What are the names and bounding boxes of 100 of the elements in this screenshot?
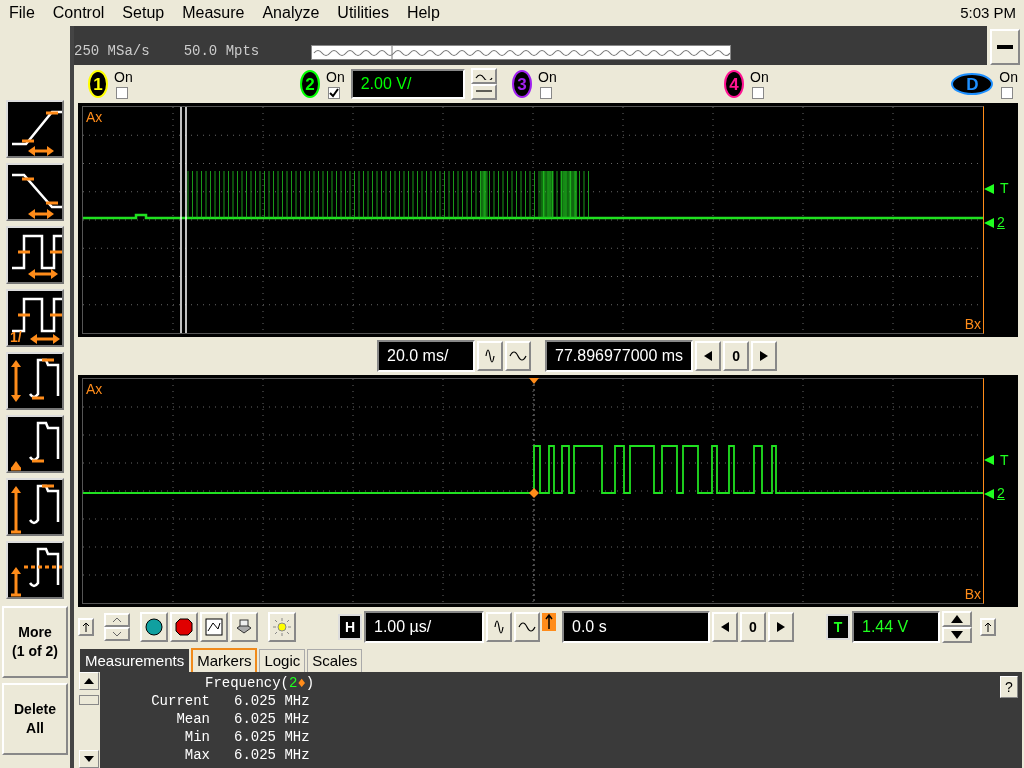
caret-left-icon <box>721 622 729 632</box>
previous-button[interactable] <box>712 612 738 642</box>
top-level-tool-button[interactable] <box>6 478 64 536</box>
channel-checkbox[interactable] <box>540 86 552 99</box>
measurement-value: 6.025 MHz <box>234 692 310 710</box>
trigger-label: T <box>826 614 850 640</box>
menu-item[interactable]: File <box>0 1 44 25</box>
menu-item[interactable]: Help <box>397 1 449 25</box>
channel-number: 4 <box>729 75 739 93</box>
channel-button[interactable]: 1 <box>88 70 108 98</box>
help-button[interactable]: ? <box>1000 676 1018 698</box>
channel-on-label: On <box>326 69 345 84</box>
period-tool-button[interactable] <box>6 226 64 284</box>
fall-time-tool-button[interactable] <box>6 163 64 221</box>
next-button[interactable] <box>768 612 794 642</box>
horizontal-label: H <box>338 614 362 640</box>
arrow-icon <box>984 217 994 228</box>
channel-button[interactable]: 2 <box>300 70 320 98</box>
base-level-tool-button[interactable] <box>6 415 64 473</box>
menu-item[interactable]: Utilities <box>328 1 398 25</box>
waveform-button[interactable] <box>505 341 531 371</box>
tab[interactable]: Logic <box>259 649 306 672</box>
wave-icon <box>473 72 494 80</box>
channel-checkbox[interactable] <box>752 86 764 99</box>
menu-item[interactable]: Setup <box>113 1 174 25</box>
trigger-level-field[interactable]: 1.44 V <box>852 611 940 643</box>
octagon-icon <box>175 618 193 636</box>
channel-button[interactable]: D <box>951 73 994 95</box>
measurement-value: 6.025 MHz <box>234 728 310 746</box>
caret-up-icon <box>84 678 94 684</box>
measurement-label: Max <box>183 746 210 764</box>
waveform-navigator[interactable] <box>311 45 732 60</box>
measurement-value: 6.025 MHz <box>234 710 310 728</box>
scroll-up-button[interactable] <box>980 618 996 636</box>
menu-item[interactable]: Control <box>43 1 114 25</box>
previous-button[interactable] <box>695 341 722 371</box>
more-button[interactable]: More (1 of 2) <box>2 606 68 678</box>
tab[interactable]: Measurements <box>80 649 190 672</box>
measurement-label: Current <box>150 692 210 710</box>
trigger-label: T <box>1000 179 1009 199</box>
volts-per-division-field[interactable]: 2.00 V/ <box>350 69 465 99</box>
menu-item[interactable]: Measure <box>173 1 254 25</box>
zoom-out-button[interactable] <box>104 627 130 641</box>
brightness-button[interactable] <box>268 612 296 642</box>
scroll-up-button[interactable] <box>78 618 94 636</box>
trigger-reference-icon <box>542 613 556 631</box>
channel-checkbox[interactable] <box>1001 86 1014 99</box>
caret-down-icon <box>951 631 963 639</box>
zoom-in-button[interactable] <box>104 613 130 627</box>
dc-coupling-button[interactable] <box>470 84 497 100</box>
menu-item[interactable]: Analyze <box>253 1 329 25</box>
waveform-button[interactable] <box>514 612 540 642</box>
measurement-value: 6.025 MHz <box>234 746 310 764</box>
caret-up-icon <box>951 615 963 623</box>
channel-checkbox[interactable] <box>328 86 340 99</box>
tab[interactable]: Scales <box>307 649 363 672</box>
ac-coupling-button[interactable] <box>470 68 497 84</box>
zoom-time-per-division-field[interactable]: 1.00 µs/ <box>364 611 484 643</box>
run-button[interactable] <box>140 612 168 642</box>
minimize-button[interactable] <box>990 29 1020 65</box>
rise-time-tool-button[interactable] <box>6 100 64 158</box>
step-button[interactable]: 0 <box>723 341 750 371</box>
frequency-tool-button[interactable]: 1/ <box>6 289 64 347</box>
channel-button[interactable]: 3 <box>512 70 532 98</box>
delete-all-button[interactable]: Delete All <box>2 683 68 755</box>
print-button[interactable] <box>230 612 258 642</box>
trigger-point-icon <box>529 488 539 498</box>
scrollbar[interactable] <box>78 672 100 768</box>
channel-checkbox[interactable] <box>116 86 128 99</box>
zoom-delay-field[interactable]: 0.0 s <box>562 611 710 643</box>
single-button[interactable] <box>200 612 228 642</box>
average-level-tool-button[interactable] <box>6 541 64 599</box>
marker-a-label: Ax <box>86 382 103 396</box>
scrollbar-thumb[interactable] <box>79 695 99 705</box>
level-down-button[interactable] <box>942 627 972 643</box>
channel-button[interactable]: 4 <box>724 70 744 98</box>
stop-button[interactable] <box>170 612 198 642</box>
marker-b-label: Bx <box>964 587 981 601</box>
time-per-division-field[interactable]: 20.0 ms/ <box>377 340 475 372</box>
step-button[interactable]: 0 <box>740 612 766 642</box>
waveform-button[interactable] <box>486 612 512 642</box>
delay-field[interactable]: 77.896977000 ms <box>545 340 694 372</box>
sample-rate-text: 250 MSa/s <box>74 42 150 61</box>
arrow-icon <box>984 455 994 466</box>
channel-on-label: On <box>999 69 1018 84</box>
caret-down-icon <box>84 756 94 762</box>
level-up-button[interactable] <box>942 611 972 627</box>
chevron-down-icon <box>111 630 123 638</box>
trigger-label: T <box>1000 450 1009 470</box>
printer-icon <box>235 618 253 636</box>
tab[interactable]: Markers <box>191 648 258 672</box>
amplitude-tool-button[interactable] <box>6 352 64 410</box>
channel-number: 2 <box>305 75 315 93</box>
trigger-position-icon <box>529 378 539 384</box>
next-button[interactable] <box>751 341 778 371</box>
channel-number: 3 <box>517 75 527 93</box>
waveform-button[interactable] <box>477 341 503 371</box>
sun-icon <box>273 618 291 636</box>
arrow-up-icon <box>82 622 90 632</box>
wave-icon <box>485 349 495 363</box>
